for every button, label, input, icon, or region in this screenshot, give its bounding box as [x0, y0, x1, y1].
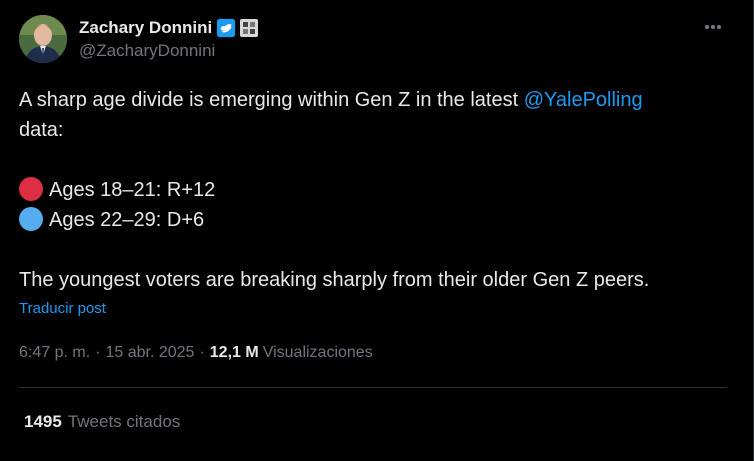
- avatar[interactable]: [19, 15, 67, 63]
- divider: [19, 387, 727, 388]
- affiliation-badge-icon[interactable]: [240, 19, 259, 37]
- translate-link[interactable]: Traducir post: [19, 300, 106, 317]
- list-item-2: Ages 22–29: D+6: [19, 205, 719, 235]
- meta-separator: ·: [199, 344, 205, 361]
- line-spacer: [19, 235, 719, 265]
- tweet-closing-line: The youngest voters are breaking sharply…: [19, 269, 650, 291]
- quote-label: Tweets citados: [67, 412, 181, 431]
- tweet-time[interactable]: 6:47 p. m.: [19, 344, 90, 362]
- line-spacer: [19, 145, 719, 175]
- name-row: Zachary Donnini: [79, 17, 259, 39]
- profile-photo-icon: [19, 15, 67, 63]
- quote-tweets-link[interactable]: 1495 Tweets citados: [24, 412, 180, 432]
- tweet-header: Zachary Donnini @ZacharyDonnini: [79, 17, 259, 61]
- tweet-meta: 6:47 p. m. · 15 abr. 2025 · 12,1 M Visua…: [19, 344, 373, 362]
- list-item-2-text: Ages 22–29: D+6: [49, 209, 205, 231]
- quote-count: 1495: [24, 412, 62, 431]
- list-item-1-text: Ages 18–21: R+12: [49, 179, 216, 201]
- mention-link[interactable]: @YalePolling: [524, 89, 643, 111]
- tweet-line-1: A sharp age divide is emerging within Ge…: [19, 85, 719, 115]
- blue-circle-icon: [19, 207, 43, 231]
- meta-separator: ·: [95, 344, 101, 361]
- more-options-icon[interactable]: [703, 17, 723, 37]
- display-name[interactable]: Zachary Donnini: [79, 18, 212, 38]
- red-circle-icon: [19, 177, 43, 201]
- tweet-line-2: data:: [19, 119, 64, 141]
- list-item-1: Ages 18–21: R+12: [19, 175, 719, 205]
- views-count: 12,1 M: [209, 344, 259, 361]
- views-label: Visualizaciones: [262, 344, 373, 361]
- handle[interactable]: @ZacharyDonnini: [79, 41, 258, 61]
- tweet-text-segment: A sharp age divide is emerging within Ge…: [19, 89, 524, 111]
- tweet-text: A sharp age divide is emerging within Ge…: [19, 85, 719, 295]
- verified-badge-icon[interactable]: [216, 18, 236, 38]
- tweet-date[interactable]: 15 abr. 2025: [105, 344, 194, 362]
- tweet: Zachary Donnini @ZacharyDonnini A sharp …: [0, 0, 754, 461]
